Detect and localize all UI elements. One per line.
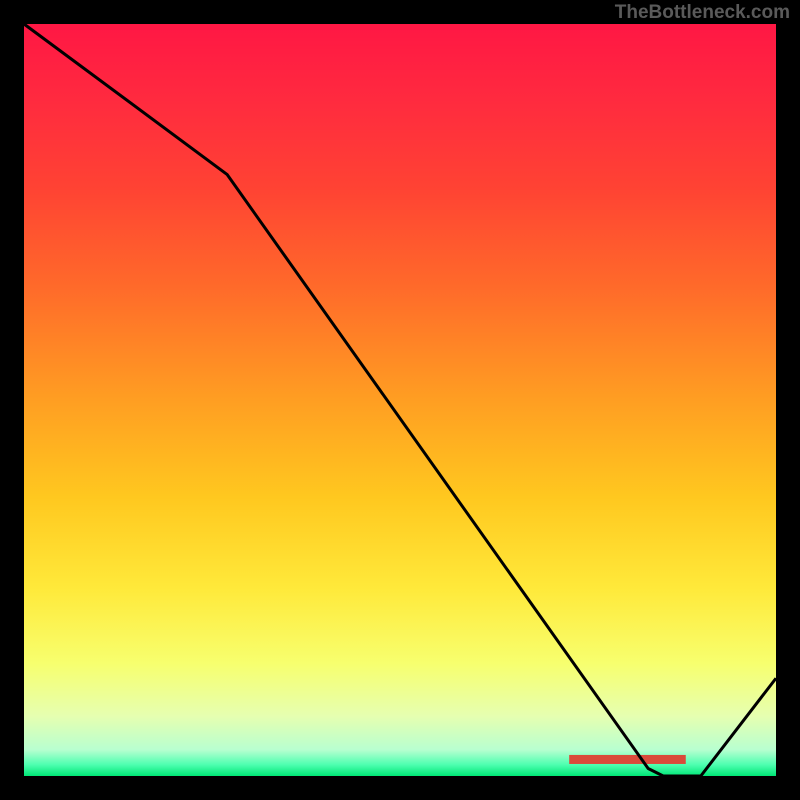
plot-area	[24, 24, 776, 776]
heatmap-background	[24, 24, 776, 776]
bottleneck-heatmap-chart: TheBottleneck.com	[0, 0, 800, 800]
attribution-label: TheBottleneck.com	[615, 2, 790, 23]
anomaly-band	[569, 755, 686, 764]
